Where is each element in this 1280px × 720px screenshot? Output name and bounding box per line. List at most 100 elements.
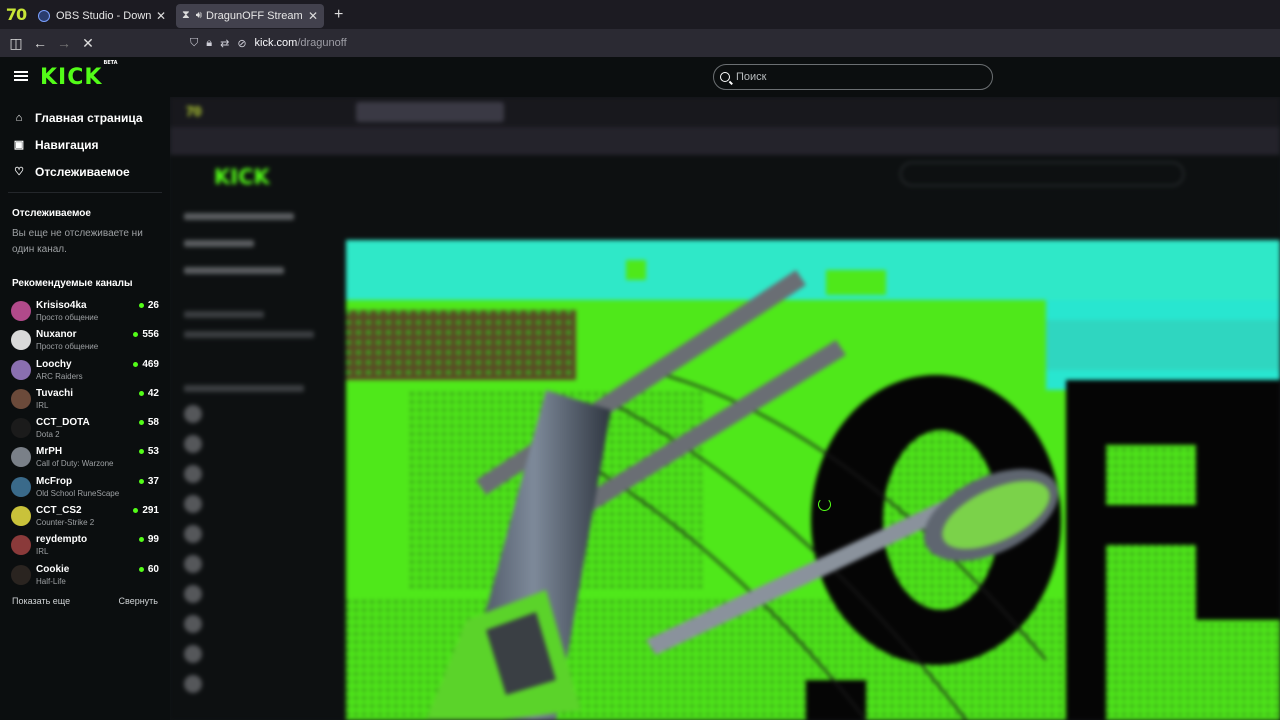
channel-item[interactable]: McFrop Old School RuneScape 37 [0, 473, 170, 502]
nav-label: Навигация [35, 137, 99, 152]
heart-icon: ♡ [14, 166, 24, 178]
collapse-button[interactable]: Свернуть [119, 596, 158, 606]
channel-item[interactable]: Nuxanor Просто общение 556 [0, 326, 170, 355]
captured-avatar [184, 525, 202, 543]
lock-icon[interactable]: 🔒︎ [206, 37, 212, 50]
captured-sidebar [170, 195, 346, 720]
stop-loading-icon[interactable]: ✕ [76, 31, 100, 55]
kick-page: KICKBETA ⌂ Главная страница ▣ Навигация … [0, 57, 1280, 720]
channel-category: Old School RuneScape [36, 488, 120, 498]
avatar [11, 388, 31, 409]
channel-category: Half-Life [36, 576, 66, 586]
tab-obs[interactable]: OBS Studio - Download and ins ✕ [32, 4, 172, 28]
nav-following[interactable]: ♡ Отслеживаемое [0, 158, 170, 185]
channel-item[interactable]: Cookie Half-Life 60 [0, 561, 170, 590]
menu-icon[interactable] [14, 71, 28, 81]
viewer-count-value: 60 [147, 563, 159, 575]
captured-line [184, 213, 294, 220]
live-dot-icon [133, 508, 139, 514]
channel-category: ARC Raiders [36, 371, 83, 381]
avatar [11, 564, 31, 585]
live-dot-icon [138, 566, 144, 572]
live-dot-icon [138, 420, 144, 426]
following-empty-text: Вы еще не отслеживаете ни один канал. [12, 228, 143, 255]
sidebar-footer: Показать еще Свернуть [0, 590, 170, 606]
kick-header: KICKBETA [0, 57, 1280, 97]
speaker-icon[interactable]: 🔊︎ [196, 10, 202, 21]
stream-artwork [346, 240, 1280, 720]
captured-tab [356, 102, 504, 122]
browser-tab-bar: 70 OBS Studio - Download and ins ✕ ⧗ 🔊︎ … [0, 0, 1280, 29]
viewer-count-value: 37 [147, 475, 159, 487]
viewer-count: 26 [138, 300, 159, 311]
channel-item[interactable]: CCT_DOTA Dota 2 58 [0, 414, 170, 443]
show-more-button[interactable]: Показать еще [12, 596, 70, 606]
sidebar: ⌂ Главная страница ▣ Навигация ♡ Отслежи… [0, 97, 170, 720]
kick-logo[interactable]: KICKBETA [40, 60, 118, 90]
viewer-count: 53 [138, 446, 159, 458]
viewer-count-value: 53 [147, 446, 159, 458]
channel-category: IRL [36, 547, 49, 557]
captured-logo: 70 [186, 103, 202, 119]
viewer-count: 99 [138, 534, 159, 545]
channel-item[interactable]: Tuvachi IRL 42 [0, 385, 170, 414]
channel-item[interactable]: reydempto IRL 99 [0, 531, 170, 560]
recommended-channel-list: Krisiso4ka Просто общение 26 Nuxanor Просто … [0, 297, 170, 590]
avatar [11, 506, 31, 527]
divider [8, 192, 162, 193]
channel-item[interactable]: CCT_CS2 Counter-Strike 2 291 [0, 502, 170, 531]
close-tab-icon[interactable]: ✕ [156, 9, 166, 23]
search-box[interactable] [713, 64, 993, 90]
shield-icon[interactable]: ⛉ [190, 37, 198, 50]
viewer-count-value: 291 [142, 505, 159, 517]
channel-category: Просто общение [36, 313, 99, 322]
viewer-count-value: 469 [142, 358, 159, 370]
avatar [11, 535, 31, 556]
live-dot-icon [133, 361, 139, 367]
forward-arrow-icon[interactable]: → [52, 31, 76, 55]
viewer-count: 58 [138, 417, 159, 428]
live-dot-icon [138, 478, 144, 484]
captured-avatar [184, 555, 202, 573]
captured-line [184, 267, 284, 274]
channel-category: Counter-Strike 2 [36, 518, 95, 528]
channel-item[interactable]: MrPH Call of Duty: Warzone 53 [0, 443, 170, 472]
address-bar[interactable]: ⛉ 🔒︎ ⇄ ⊘ kick.com/dragunoff [190, 32, 347, 54]
channel-item[interactable]: Krisiso4ka Просто общение 26 [0, 297, 170, 326]
stream-player[interactable]: 70 KICK [170, 97, 1280, 720]
captured-avatar [184, 585, 202, 603]
channel-item[interactable]: Loochy ARC Raiders 469 [0, 356, 170, 385]
browser-logo-icon[interactable]: 70 [0, 0, 32, 29]
tab-dragunoff[interactable]: ⧗ 🔊︎ DragunOFF Stream - Watch ✕ [176, 3, 324, 28]
permissions-icon[interactable]: ⇄ [220, 37, 229, 50]
tab-title: OBS Studio - Download and ins [56, 9, 152, 22]
new-tab-button[interactable]: + [334, 6, 343, 24]
live-dot-icon [133, 332, 139, 338]
nav-label: Отслеживаемое [35, 164, 130, 179]
channel-category: Просто общение [36, 342, 99, 352]
avatar [11, 359, 31, 380]
search-input[interactable] [736, 71, 976, 83]
nav-browse[interactable]: ▣ Навигация [0, 131, 170, 158]
search-icon [720, 72, 730, 82]
viewer-count-value: 42 [147, 387, 159, 399]
captured-avatar [184, 615, 202, 633]
autoplay-blocked-icon[interactable]: ⊘ [237, 37, 246, 50]
channel-category: Call of Duty: Warzone [36, 459, 114, 469]
tab-title: DragunOFF Stream - Watch [206, 9, 304, 22]
captured-line [184, 240, 254, 247]
sidebar-toggle-icon[interactable]: ◫ [4, 31, 28, 55]
captured-search [900, 162, 1184, 186]
viewer-count-value: 556 [142, 329, 159, 341]
avatar [11, 447, 31, 468]
channel-category: IRL [36, 400, 49, 410]
hourglass-icon: ⧗ [182, 9, 190, 21]
captured-avatar [184, 675, 202, 693]
captured-line [184, 331, 314, 338]
nav-home[interactable]: ⌂ Главная страница [0, 104, 170, 131]
captured-tab-bar: 70 [170, 97, 1280, 127]
back-arrow-icon[interactable]: ← [28, 31, 52, 55]
main-nav: ⌂ Главная страница ▣ Навигация ♡ Отслежи… [0, 97, 170, 185]
close-tab-icon[interactable]: ✕ [308, 9, 318, 23]
obs-icon [38, 9, 50, 22]
